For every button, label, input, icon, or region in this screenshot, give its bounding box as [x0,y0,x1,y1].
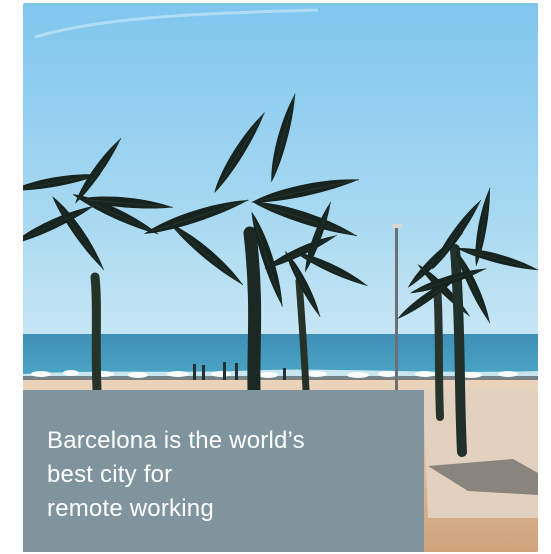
article-headline[interactable]: Barcelona is the world’s best city for r… [47,424,400,526]
article-card[interactable]: Barcelona is the world’s best city for r… [0,0,551,554]
headline-card[interactable]: Barcelona is the world’s best city for r… [23,390,424,552]
